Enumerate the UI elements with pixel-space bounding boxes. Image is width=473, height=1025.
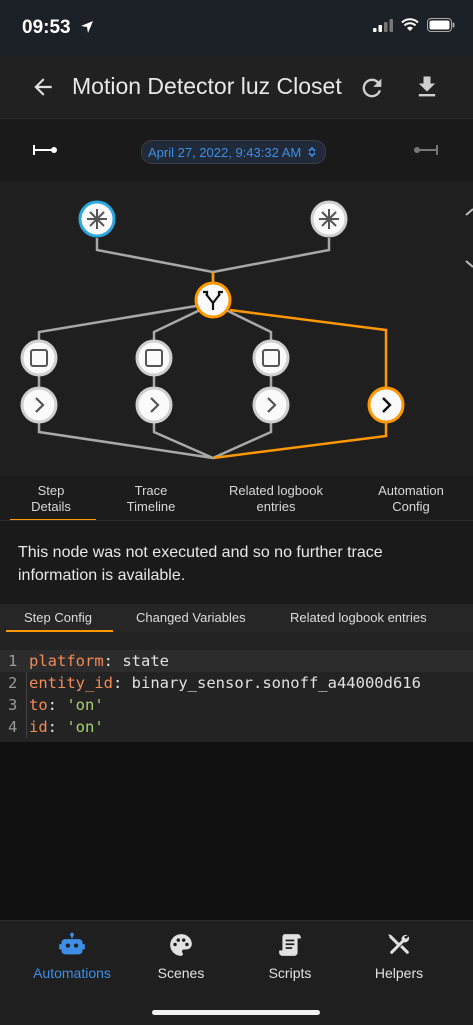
download-icon[interactable] <box>413 73 441 101</box>
tab-related-logbook-entries[interactable]: Related logbook entries <box>218 483 334 515</box>
nav-label: Scenes <box>157 965 205 981</box>
trace-timestamp-select[interactable]: April 27, 2022, 9:43:32 AM <box>141 140 327 164</box>
refresh-icon[interactable] <box>358 74 386 102</box>
nav-scenes[interactable]: Scenes <box>126 931 236 981</box>
code-line: 2 entity_id: binary_sensor.sonoff_a44000… <box>8 674 421 692</box>
nav-label: Scripts <box>268 965 312 981</box>
nav-automations[interactable]: Automations <box>17 931 127 981</box>
condition-node-3[interactable] <box>252 339 290 377</box>
tools-icon <box>388 934 410 954</box>
trigger-node-2[interactable] <box>310 200 348 238</box>
action-node-1[interactable] <box>20 386 58 424</box>
trace-graph <box>0 182 473 476</box>
chevron-up-down-icon <box>308 146 316 158</box>
yaml-key: platform <box>29 652 104 670</box>
code-line: 3 to: 'on' <box>8 696 104 714</box>
active-path <box>211 272 388 460</box>
line-number: 1 <box>8 652 18 670</box>
tab-changed-variables[interactable]: Changed Variables <box>136 610 246 625</box>
tab-label: Automation Config <box>378 483 444 514</box>
scroll-down-icon[interactable] <box>465 260 473 268</box>
yaml-key: id <box>29 718 48 736</box>
condition-node-1[interactable] <box>20 339 58 377</box>
wifi-icon <box>401 18 419 31</box>
nav-helpers[interactable]: Helpers <box>344 931 454 981</box>
tab-trace-timeline[interactable]: Trace Timeline <box>112 483 190 515</box>
yaml-key: entity_id <box>29 674 113 692</box>
home-indicator[interactable] <box>152 1010 320 1015</box>
empty-area <box>0 742 473 920</box>
status-bar: 09:53 <box>0 0 473 56</box>
nav-label: Helpers <box>374 965 424 981</box>
next-trace-icon[interactable] <box>413 141 439 159</box>
choose-node[interactable] <box>194 281 232 319</box>
nav-label: Automations <box>33 965 111 981</box>
location-arrow-icon <box>81 21 93 33</box>
asterisk-icon <box>87 209 107 229</box>
palette-icon <box>170 934 192 956</box>
tab-label: Trace Timeline <box>126 483 176 514</box>
condition-node-2[interactable] <box>135 339 173 377</box>
nav-scripts[interactable]: Scripts <box>235 931 345 981</box>
yaml-editor[interactable]: 1 platform: state 2 entity_id: binary_se… <box>0 632 473 742</box>
tab-automation-config[interactable]: Automation Config <box>366 483 456 515</box>
notice-text: This node was not executed and so no fur… <box>18 544 383 584</box>
trace-tabs: Step Details Trace Timeline Related logb… <box>0 476 473 521</box>
status-time: 09:53 <box>22 17 71 38</box>
tab-related-logbook[interactable]: Related logbook entries <box>290 610 427 625</box>
cellular-signal-icon <box>373 18 393 32</box>
code-line: 1 platform: state <box>0 650 473 672</box>
action-node-default[interactable] <box>367 386 405 424</box>
yaml-string-value: 'on' <box>66 696 104 714</box>
line-number: 4 <box>8 718 18 736</box>
robot-icon <box>59 932 85 955</box>
yaml-string-value: 'on' <box>66 718 104 736</box>
trace-timestamp: April 27, 2022, 9:43:32 AM <box>148 144 302 160</box>
app-bar: Motion Detector luz Closet <box>0 56 473 118</box>
trace-navigation-bar: April 27, 2022, 9:43:32 AM <box>0 118 473 183</box>
tab-label: Related logbook entries <box>229 483 323 514</box>
line-number: 3 <box>8 696 18 714</box>
back-arrow-icon[interactable] <box>30 74 56 100</box>
bottom-navigation: Automations Scenes Scripts Helpers <box>0 920 473 1025</box>
battery-icon <box>427 18 455 32</box>
line-number: 2 <box>8 674 18 692</box>
tab-step-config[interactable]: Step Config <box>24 610 92 625</box>
tab-step-details[interactable]: Step Details <box>10 483 96 521</box>
detail-tabs: Step Config Changed Variables Related lo… <box>0 604 473 632</box>
action-node-3[interactable] <box>252 386 290 424</box>
page-title: Motion Detector luz Closet <box>72 73 342 99</box>
yaml-value: binary_sensor.sonoff_a44000d616 <box>131 674 421 692</box>
asterisk-icon <box>319 209 339 229</box>
action-node-2[interactable] <box>135 386 173 424</box>
trace-graph-canvas <box>20 200 473 460</box>
yaml-key: to <box>29 696 48 714</box>
script-icon <box>279 934 301 956</box>
code-line: 4 id: 'on' <box>8 718 104 736</box>
scroll-up-icon[interactable] <box>465 208 473 216</box>
trigger-node-1[interactable] <box>78 200 116 238</box>
yaml-value: state <box>122 652 169 670</box>
tab-label: Step Details <box>31 483 71 514</box>
trace-notice: This node was not executed and so no fur… <box>0 520 473 605</box>
previous-trace-icon[interactable] <box>32 141 58 159</box>
